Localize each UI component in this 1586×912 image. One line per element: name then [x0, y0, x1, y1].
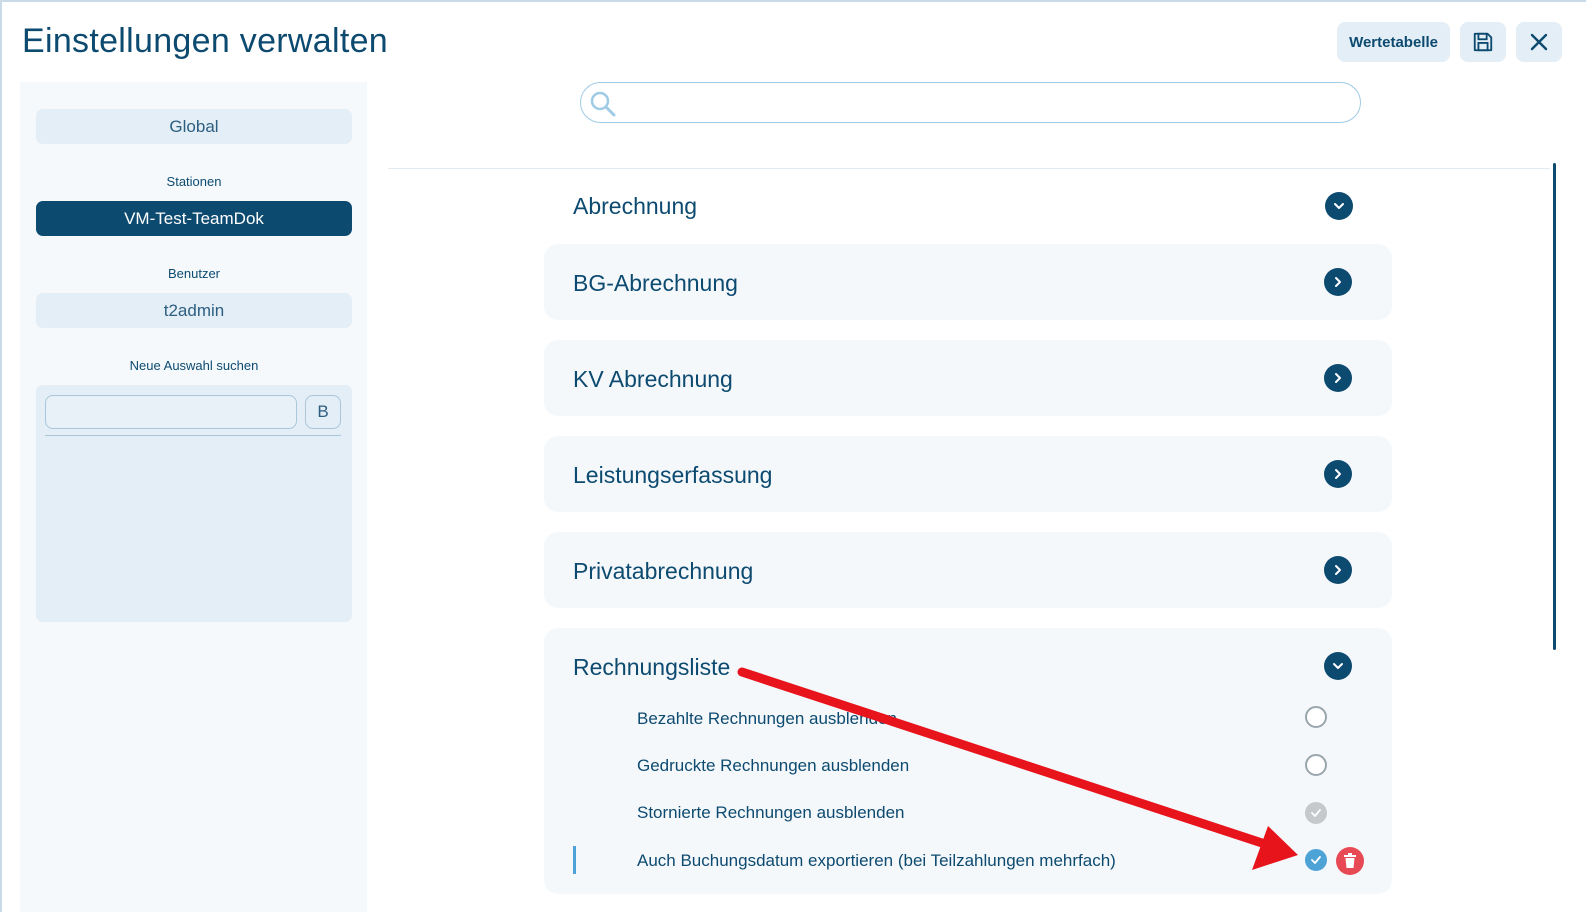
option-label: Gedruckte Rechnungen ausblenden	[637, 756, 910, 775]
section-abrechnung-title[interactable]: Abrechnung	[573, 193, 697, 220]
users-heading: Benutzer	[167, 266, 221, 281]
section-title: Privatabrechnung	[573, 558, 754, 584]
save-button[interactable]	[1460, 22, 1506, 62]
results-divider	[45, 435, 341, 436]
trash-icon	[1344, 853, 1356, 868]
close-button[interactable]	[1516, 22, 1562, 62]
delete-setting-button[interactable]	[1336, 847, 1364, 875]
section-title: Leistungserfassung	[573, 462, 773, 488]
section-title[interactable]: Rechnungsliste	[573, 654, 730, 681]
section-title: BG-Abrechnung	[573, 270, 738, 296]
chevron-right-icon	[1335, 565, 1341, 575]
option-radio-unchecked[interactable]	[1305, 754, 1327, 776]
search-icon	[590, 91, 616, 117]
section-privatabrechnung[interactable]: Privatabrechnung	[544, 532, 1392, 608]
check-icon	[1311, 809, 1321, 817]
top-actions: Wertetabelle	[1337, 22, 1562, 62]
selection-search-button[interactable]: B	[305, 395, 341, 429]
section-toggle[interactable]	[1324, 652, 1352, 680]
modified-marker	[573, 846, 576, 874]
page-title: Einstellungen verwalten	[22, 22, 389, 60]
section-toggle[interactable]	[1324, 364, 1352, 392]
user-button[interactable]: t2admin	[36, 293, 352, 328]
scrollbar[interactable]	[1553, 163, 1556, 650]
option-radio-default-checked[interactable]	[1305, 802, 1327, 824]
chevron-right-icon	[1335, 469, 1341, 479]
stations-heading: Stationen	[166, 174, 222, 189]
sidebar: Global Stationen VM-Test-TeamDok Benutze…	[20, 82, 367, 912]
section-abrechnung-toggle[interactable]	[1325, 192, 1353, 220]
selection-search-input[interactable]	[45, 395, 297, 429]
selection-search-panel: B	[36, 385, 352, 622]
window-border-left	[0, 0, 2, 912]
station-selected-button[interactable]: VM-Test-TeamDok	[36, 201, 352, 236]
section-title: KV Abrechnung	[573, 366, 733, 392]
section-toggle[interactable]	[1324, 268, 1352, 296]
close-icon	[1530, 33, 1548, 51]
global-scope-button[interactable]: Global	[36, 109, 352, 144]
chevron-down-icon	[1334, 203, 1344, 209]
section-bg-abrechnung[interactable]: BG-Abrechnung	[544, 244, 1392, 320]
section-kv-abrechnung[interactable]: KV Abrechnung	[544, 340, 1392, 416]
option-label: Bezahlte Rechnungen ausblenden	[637, 709, 897, 728]
settings-search-input[interactable]	[580, 82, 1361, 123]
window-border-top	[0, 0, 1586, 2]
new-search-heading: Neue Auswahl suchen	[129, 358, 259, 373]
option-radio-checked[interactable]	[1305, 849, 1327, 871]
section-toggle[interactable]	[1324, 556, 1352, 584]
check-icon	[1311, 856, 1321, 864]
option-label: Auch Buchungsdatum exportieren (bei Teil…	[637, 851, 1116, 870]
chevron-right-icon	[1335, 373, 1341, 383]
option-radio-unchecked[interactable]	[1305, 706, 1327, 728]
section-toggle[interactable]	[1324, 460, 1352, 488]
header-divider	[388, 168, 1550, 169]
section-leistungserfassung[interactable]: Leistungserfassung	[544, 436, 1392, 512]
option-label: Stornierte Rechnungen ausblenden	[637, 803, 905, 822]
chevron-right-icon	[1335, 277, 1341, 287]
chevron-down-icon	[1333, 663, 1343, 669]
values-table-button[interactable]: Wertetabelle	[1337, 22, 1450, 62]
save-icon	[1473, 32, 1493, 52]
